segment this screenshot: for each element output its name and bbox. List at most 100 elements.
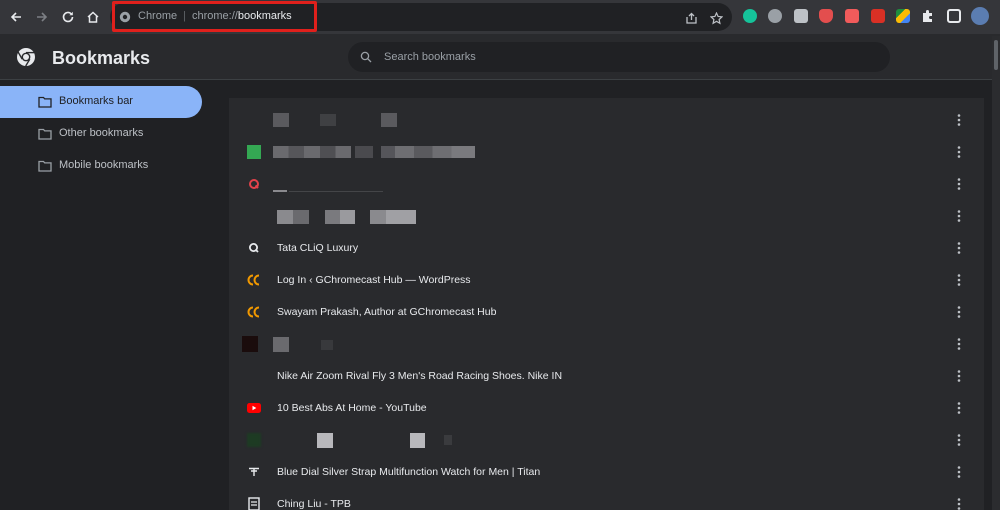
redaction-block bbox=[277, 210, 309, 224]
list-item[interactable] bbox=[229, 168, 984, 200]
more-actions-button[interactable] bbox=[951, 366, 967, 386]
list-item[interactable]: Log In ‹ GChromecast Hub — WordPress bbox=[229, 264, 984, 296]
bookmark-star-button[interactable] bbox=[707, 9, 725, 27]
chrome-logo-icon bbox=[17, 48, 35, 67]
redaction-block bbox=[325, 210, 355, 224]
redaction-block bbox=[381, 146, 475, 158]
drive-extension-icon[interactable] bbox=[896, 9, 910, 23]
more-actions-button[interactable] bbox=[951, 174, 967, 194]
list-item[interactable]: 10 Best Abs At Home - YouTube bbox=[229, 392, 984, 424]
more-vert-icon bbox=[957, 402, 961, 414]
redaction-block bbox=[410, 433, 425, 448]
more-vert-icon bbox=[957, 274, 961, 286]
back-button[interactable] bbox=[5, 6, 27, 28]
reload-icon bbox=[62, 11, 74, 23]
sidebar-item-label: Other bookmarks bbox=[59, 127, 144, 139]
omnibox-url-prefix: chrome:// bbox=[191, 10, 238, 22]
calendar-extension-icon[interactable] bbox=[871, 9, 885, 23]
scrollbar-thumb[interactable] bbox=[994, 40, 998, 70]
more-actions-button[interactable] bbox=[951, 270, 967, 290]
more-vert-icon bbox=[957, 178, 961, 190]
more-actions-button[interactable] bbox=[951, 430, 967, 450]
redaction-block bbox=[320, 114, 336, 126]
sidebar-item-mobile-bookmarks[interactable]: Mobile bookmarks bbox=[0, 150, 202, 182]
redaction-block bbox=[444, 435, 452, 445]
bookmark-title: 10 Best Abs At Home - YouTube bbox=[277, 402, 427, 414]
reload-button[interactable] bbox=[57, 6, 79, 28]
more-vert-icon bbox=[957, 146, 961, 158]
sidebar-item-label: Mobile bookmarks bbox=[59, 159, 149, 171]
bookmark-title: Nike Air Zoom Rival Fly 3 Men's Road Rac… bbox=[277, 370, 563, 382]
sidebar-item-bookmarks-bar[interactable]: Bookmarks bar bbox=[0, 86, 202, 118]
redaction-block bbox=[317, 433, 333, 448]
more-actions-button[interactable] bbox=[951, 142, 967, 162]
redaction-block bbox=[289, 191, 383, 192]
more-vert-icon bbox=[957, 242, 961, 254]
more-vert-icon bbox=[957, 114, 961, 126]
list-item[interactable] bbox=[229, 200, 984, 232]
list-item[interactable] bbox=[229, 424, 984, 456]
more-actions-button[interactable] bbox=[951, 238, 967, 258]
window-extension-icon[interactable] bbox=[794, 9, 808, 23]
search-icon bbox=[360, 51, 372, 63]
more-vert-icon bbox=[957, 210, 961, 222]
bookmark-title: Log In ‹ GChromecast Hub — WordPress bbox=[277, 274, 471, 286]
folder-icon bbox=[38, 128, 52, 140]
extensions-puzzle-icon[interactable] bbox=[921, 9, 935, 23]
blurred-green-favicon-icon bbox=[246, 432, 262, 448]
video-extension-icon[interactable] bbox=[845, 9, 859, 23]
more-actions-button[interactable] bbox=[951, 206, 967, 226]
tpb-favicon-icon bbox=[246, 496, 262, 510]
blank-favicon-icon bbox=[246, 368, 262, 384]
bookmark-title: Blue Dial Silver Strap Multifunction Wat… bbox=[277, 466, 541, 478]
redaction-block bbox=[273, 113, 289, 127]
sidebar-item-label: Bookmarks bar bbox=[59, 95, 133, 107]
address-bar[interactable]: Chrome | chrome://bookmarks bbox=[110, 3, 732, 31]
more-vert-icon bbox=[957, 338, 961, 350]
list-item[interactable] bbox=[229, 136, 984, 168]
star-icon bbox=[709, 11, 723, 25]
more-actions-button[interactable] bbox=[951, 110, 967, 130]
blurred-favicon-icon bbox=[246, 112, 262, 128]
titan-favicon-icon bbox=[246, 464, 262, 480]
arrow-right-icon bbox=[37, 12, 48, 22]
list-item[interactable]: Swayam Prakash, Author at GChromecast Hu… bbox=[229, 296, 984, 328]
profile-avatar-icon[interactable] bbox=[971, 7, 989, 25]
list-item[interactable]: Ching Liu - TPB bbox=[229, 488, 984, 510]
search-input[interactable] bbox=[384, 49, 864, 65]
list-item[interactable]: Nike Air Zoom Rival Fly 3 Men's Road Rac… bbox=[229, 360, 984, 392]
more-actions-button[interactable] bbox=[951, 398, 967, 418]
more-vert-icon bbox=[957, 434, 961, 446]
list-item[interactable] bbox=[229, 104, 984, 136]
chrome-page-icon bbox=[119, 11, 131, 23]
list-item[interactable]: Tata CLiQ Luxury bbox=[229, 232, 984, 264]
more-actions-button[interactable] bbox=[951, 302, 967, 322]
folder-icon bbox=[38, 160, 52, 172]
page-scrollbar[interactable] bbox=[992, 36, 1000, 510]
more-actions-button[interactable] bbox=[951, 334, 967, 354]
forward-button[interactable] bbox=[31, 6, 53, 28]
grammarly-extension-icon[interactable] bbox=[743, 9, 757, 23]
search-box[interactable] bbox=[348, 42, 890, 72]
address-text: Chrome | chrome://bookmarks bbox=[138, 10, 292, 22]
q-favicon-icon bbox=[246, 240, 262, 256]
list-item[interactable]: Blue Dial Silver Strap Multifunction Wat… bbox=[229, 456, 984, 488]
more-vert-icon bbox=[957, 466, 961, 478]
shield-extension-icon[interactable] bbox=[819, 9, 833, 23]
list-item[interactable] bbox=[229, 328, 984, 360]
home-button[interactable] bbox=[82, 6, 104, 28]
dark-square-favicon-icon bbox=[242, 336, 258, 352]
share-button[interactable] bbox=[682, 9, 700, 27]
globe-extension-icon[interactable] bbox=[768, 9, 782, 23]
bookmark-list: Tata CLiQ Luxury Log In ‹ GChromecast Hu… bbox=[229, 98, 984, 510]
sidebar-item-other-bookmarks[interactable]: Other bookmarks bbox=[0, 118, 202, 150]
more-vert-icon bbox=[957, 498, 961, 510]
green-square-favicon-icon bbox=[246, 144, 262, 160]
more-actions-button[interactable] bbox=[951, 494, 967, 510]
more-actions-button[interactable] bbox=[951, 462, 967, 482]
bookmarks-header: Bookmarks bbox=[0, 34, 1000, 80]
browser-toolbar: Chrome | chrome://bookmarks bbox=[0, 0, 1000, 34]
omnibox-url-path: bookmarks bbox=[237, 10, 292, 22]
omnibox-scheme: Chrome bbox=[138, 10, 178, 22]
side-panel-icon[interactable] bbox=[947, 9, 961, 23]
